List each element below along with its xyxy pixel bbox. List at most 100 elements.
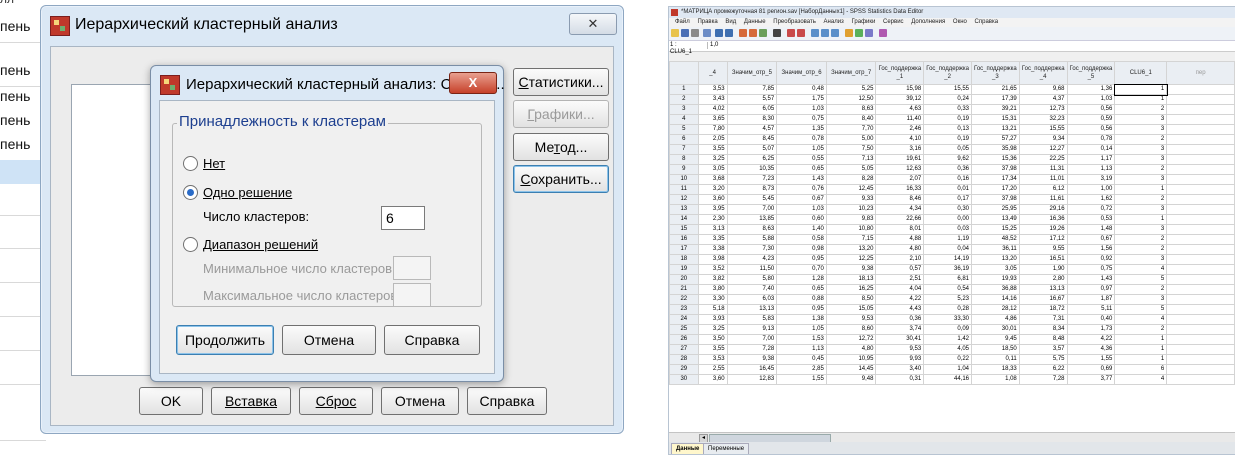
data-cell[interactable]: 7,30 — [726, 244, 778, 255]
data-cell[interactable]: 13,21 — [971, 124, 1020, 135]
data-cell[interactable]: 5,00 — [825, 134, 877, 145]
data-cell[interactable]: 1,03 — [776, 204, 827, 215]
data-cell[interactable]: 2 — [1114, 244, 1168, 255]
insert-cases-icon[interactable] — [787, 29, 795, 37]
column-header[interactable]: Значим_отр_6 — [776, 61, 827, 85]
column-header[interactable]: Гос_поддержка _1 — [875, 61, 925, 85]
data-cell[interactable]: 4,43 — [875, 304, 925, 315]
data-cell[interactable]: 0,97 — [1066, 284, 1116, 295]
data-cell[interactable]: 13,20 — [971, 254, 1020, 265]
data-cell[interactable]: 1,13 — [1066, 164, 1116, 175]
data-cell[interactable]: 39,21 — [971, 104, 1020, 115]
data-cell[interactable]: 8,28 — [825, 174, 877, 185]
data-cell[interactable]: 13,13 — [1018, 284, 1068, 295]
data-cell[interactable]: 8,34 — [1018, 324, 1068, 335]
data-cell[interactable]: 0,75 — [776, 114, 827, 125]
menu-edit[interactable]: Правка — [697, 19, 717, 25]
row-number[interactable]: 20 — [669, 274, 699, 285]
num-clusters-input[interactable]: 6 — [381, 206, 425, 230]
data-cell[interactable]: 1,38 — [776, 314, 827, 325]
data-cell[interactable]: 3,35 — [697, 234, 728, 245]
data-cell[interactable]: 8,63 — [825, 104, 877, 115]
data-cell[interactable]: 3,80 — [697, 284, 728, 295]
data-cell[interactable]: 4,34 — [875, 204, 925, 215]
data-cell[interactable]: 0,55 — [776, 154, 827, 165]
empty-cell[interactable] — [1166, 254, 1235, 265]
row-number[interactable]: 16 — [669, 234, 699, 245]
column-header[interactable]: Гос_поддержка _3 — [971, 61, 1020, 85]
data-cell[interactable]: 9,55 — [1018, 244, 1068, 255]
data-cell[interactable]: 3,57 — [1018, 344, 1068, 355]
data-cell[interactable]: 7,23 — [726, 174, 778, 185]
row-number[interactable]: 18 — [669, 254, 699, 265]
data-cell[interactable]: 7,80 — [697, 124, 728, 135]
data-cell[interactable]: 2 — [1114, 194, 1168, 205]
data-cell[interactable]: 4,57 — [726, 124, 778, 135]
data-cell[interactable]: 37,98 — [971, 164, 1020, 175]
data-cell[interactable]: 0,75 — [1066, 264, 1116, 275]
data-cell[interactable]: 7,00 — [726, 204, 778, 215]
data-cell[interactable]: 16,67 — [1018, 294, 1068, 305]
row-number[interactable]: 21 — [669, 284, 699, 295]
data-cell[interactable]: 5 — [1114, 274, 1168, 285]
data-cell[interactable]: 7,85 — [726, 84, 778, 95]
data-cell[interactable]: 6,25 — [726, 154, 778, 165]
column-header[interactable]: Значим_отр_7 — [825, 61, 877, 85]
data-cell[interactable]: 44,16 — [923, 374, 972, 385]
data-cell[interactable]: 3,43 — [697, 94, 728, 105]
data-cell[interactable]: 35,98 — [971, 144, 1020, 155]
data-cell[interactable]: 7,40 — [726, 284, 778, 295]
row-number[interactable]: 22 — [669, 294, 699, 305]
empty-cell[interactable] — [1166, 194, 1235, 205]
data-cell[interactable]: 1,13 — [776, 344, 827, 355]
empty-cell[interactable] — [1166, 374, 1235, 385]
data-cell[interactable]: 2,51 — [875, 274, 925, 285]
data-cell[interactable]: 4,22 — [875, 294, 925, 305]
data-cell[interactable]: 0,92 — [1066, 254, 1116, 265]
dialog-recall-icon[interactable] — [703, 29, 711, 37]
data-cell[interactable]: 3,53 — [697, 84, 728, 95]
data-cell[interactable]: 9,38 — [825, 264, 877, 275]
data-cell[interactable]: 5,05 — [825, 164, 877, 175]
data-cell[interactable]: 10,23 — [825, 204, 877, 215]
data-cell[interactable]: 3,50 — [697, 334, 728, 345]
data-cell[interactable]: 3,05 — [971, 264, 1020, 275]
data-cell[interactable]: 0,11 — [971, 354, 1020, 365]
data-cell[interactable]: 0,95 — [776, 254, 827, 265]
data-cell[interactable]: 0,65 — [776, 164, 827, 175]
data-cell[interactable]: 7,13 — [825, 154, 877, 165]
data-cell[interactable]: 18,33 — [971, 364, 1020, 375]
none-radio-label[interactable]: Нет — [203, 156, 225, 171]
data-cell[interactable]: 4,10 — [875, 134, 925, 145]
data-cell[interactable]: 4 — [1114, 264, 1168, 275]
data-cell[interactable]: 3,98 — [697, 254, 728, 265]
data-cell[interactable]: 0,72 — [1066, 204, 1116, 215]
data-cell[interactable]: 0,22 — [923, 354, 972, 365]
data-cell[interactable]: 2 — [1114, 284, 1168, 295]
range-solutions-radio[interactable] — [183, 237, 198, 252]
data-cell[interactable]: 3,77 — [1066, 374, 1116, 385]
data-cell[interactable]: 3 — [1114, 154, 1168, 165]
row-number[interactable]: 13 — [669, 204, 699, 215]
data-cell[interactable]: 1 — [1114, 354, 1168, 365]
data-cell[interactable]: 0,09 — [923, 324, 972, 335]
data-cell[interactable]: 5,75 — [1018, 354, 1068, 365]
data-cell[interactable]: 3,05 — [697, 164, 728, 175]
data-cell[interactable]: 1,48 — [1066, 224, 1116, 235]
data-cell[interactable]: 2 — [1114, 324, 1168, 335]
data-cell[interactable]: 37,98 — [971, 194, 1020, 205]
data-cell[interactable]: 7,15 — [825, 234, 877, 245]
menu-transform[interactable]: Преобразовать — [773, 19, 816, 25]
row-number[interactable]: 6 — [669, 134, 699, 145]
data-cell[interactable]: 0,56 — [1066, 124, 1116, 135]
single-solution-label[interactable]: Одно решение — [203, 185, 292, 200]
row-number[interactable]: 7 — [669, 144, 699, 155]
empty-cell[interactable] — [1166, 164, 1235, 175]
empty-cell[interactable] — [1166, 294, 1235, 305]
data-cell[interactable]: 0,65 — [776, 284, 827, 295]
data-cell[interactable]: 4,04 — [875, 284, 925, 295]
data-cell[interactable]: 6,22 — [1018, 364, 1068, 375]
data-cell[interactable]: 11,01 — [1018, 174, 1068, 185]
data-cell[interactable]: 3,55 — [697, 144, 728, 155]
data-cell[interactable]: 5,88 — [726, 234, 778, 245]
